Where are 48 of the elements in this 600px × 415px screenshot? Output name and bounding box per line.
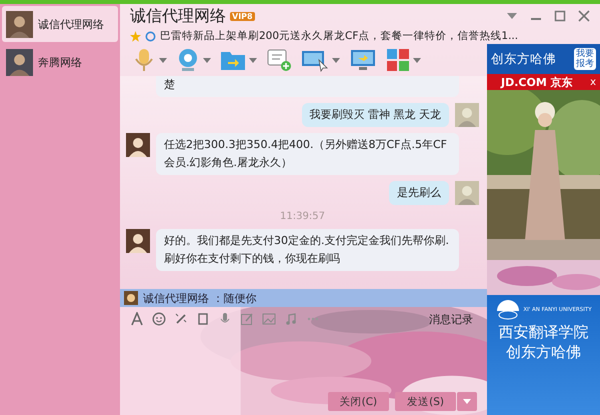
close-button[interactable]: 关闭(C) [328,392,390,411]
message-bubble: 好的。我们都是先支付30定金的.支付完定金我们先帮你刷.刷好你在支付剩下的钱，你现在刷吗 [156,229,459,271]
apps-icon[interactable] [386,48,410,72]
font-icon[interactable] [130,312,144,326]
edit-icon[interactable] [240,312,254,326]
emoji-icon[interactable] [152,312,166,326]
contact-item[interactable]: 诚信代理网络 [2,6,118,42]
contact-item[interactable]: 奔腾网络 [2,44,118,80]
star-icon [130,30,141,42]
avatar-icon [6,10,33,38]
message-timestamp: 11:39:57 [279,211,326,223]
university-name: 西安翻译学院 [498,323,588,341]
avatar-icon [124,291,138,305]
avatar-icon [6,48,33,76]
apply-badge: 我要报考 [574,48,596,70]
caret-icon[interactable] [249,58,257,62]
caret-icon[interactable] [159,58,167,62]
ad-title: 创东方哈佛 [491,50,556,68]
send-button[interactable]: 发送(S) [395,392,456,411]
store-bar[interactable]: JD.COM 京东 x [487,74,600,90]
dropdown-icon[interactable] [506,12,518,20]
announcement-text: 巴雷特新品上架单刷200元送永久屠龙CF点，套餐一律特价，信誉热线1... [160,29,518,43]
close-icon[interactable] [578,10,590,22]
screen-share-icon[interactable] [301,48,329,72]
chat-add-icon[interactable] [266,48,292,72]
ad-banner[interactable]: 创东方哈佛 我要报考 [487,44,600,74]
notification-bar[interactable]: 诚信代理网络 ：随便你 [120,289,487,307]
notification-text: 诚信代理网络 ：随便你 [143,290,256,306]
history-link[interactable]: 消息记录 [429,312,473,326]
caret-icon[interactable] [332,58,340,62]
store-label: JD.COM 京东 [501,74,573,90]
caret-icon[interactable] [203,58,211,62]
message-bubble: 任选2把300.3把350.4把400.（另外赠送8万CF点.5年CF会员.幻影角色.屠龙永久） [156,133,459,175]
ad-slogan: 创东方哈佛 [506,343,581,361]
message-bubble: 我要刷毁灭 雷神 黑龙 天龙 [302,103,449,127]
vip-badge: VIP8 [230,12,255,20]
caret-icon[interactable] [413,58,421,62]
screenshot-icon[interactable] [196,312,210,326]
maximize-icon[interactable] [554,10,566,22]
message-bubble: 是先刷么 [389,181,449,205]
message-bubble: 楚 [156,76,459,97]
webcam-icon[interactable] [176,47,200,73]
window-title: 诚信代理网络 [130,6,226,26]
university-logo-icon [495,299,522,321]
send-options-button[interactable] [457,392,477,411]
close-ad-button[interactable]: x [590,76,596,88]
wand-icon[interactable] [174,312,188,326]
monitor-arrow-icon[interactable] [349,48,377,72]
